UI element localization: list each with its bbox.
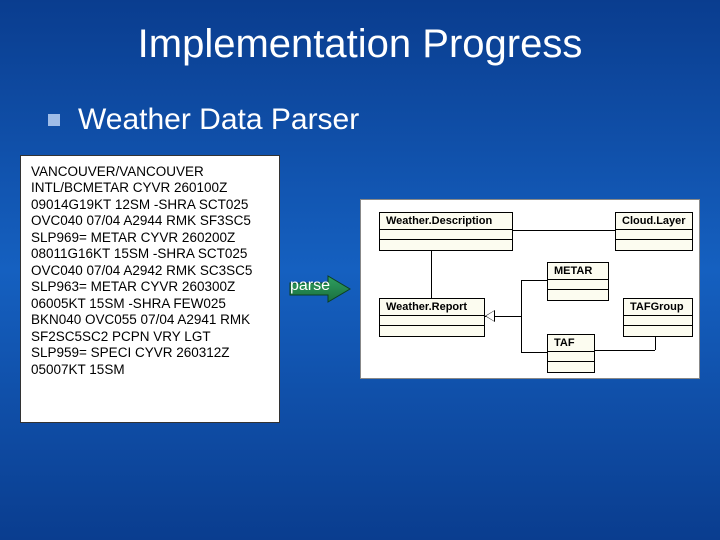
uml-diagram: Weather.Description Cloud.Layer Weather.… bbox=[360, 199, 700, 379]
subtitle: Weather Data Parser bbox=[78, 103, 359, 137]
uml-line bbox=[521, 280, 522, 352]
uml-line bbox=[655, 336, 656, 350]
uml-line bbox=[521, 352, 547, 353]
subtitle-row: Weather Data Parser bbox=[48, 103, 720, 137]
uml-weather-description: Weather.Description bbox=[379, 212, 513, 251]
uml-line bbox=[513, 230, 615, 231]
uml-weather-report: Weather.Report bbox=[379, 298, 485, 337]
parse-arrow: parse bbox=[288, 273, 352, 305]
uml-label: Cloud.Layer bbox=[616, 213, 692, 230]
uml-label: TAFGroup bbox=[624, 299, 692, 316]
uml-label: Weather.Description bbox=[380, 213, 512, 230]
uml-label: TAF bbox=[548, 335, 594, 352]
uml-cloud-layer: Cloud.Layer bbox=[615, 212, 693, 251]
uml-line bbox=[431, 250, 432, 298]
uml-label: METAR bbox=[548, 263, 608, 280]
uml-line bbox=[595, 350, 655, 351]
slide-title: Implementation Progress bbox=[0, 0, 720, 67]
uml-line bbox=[521, 280, 547, 281]
content-row: VANCOUVER/VANCOUVER INTL/BCMETAR CYVR 26… bbox=[20, 155, 720, 423]
uml-label: Weather.Report bbox=[380, 299, 484, 316]
arrow-label: parse bbox=[290, 277, 330, 295]
bullet-icon bbox=[48, 114, 60, 126]
triangle-fill bbox=[486, 311, 494, 321]
uml-metar: METAR bbox=[547, 262, 609, 301]
uml-tafgroup: TAFGroup bbox=[623, 298, 693, 337]
raw-metar-text: VANCOUVER/VANCOUVER INTL/BCMETAR CYVR 26… bbox=[20, 155, 280, 423]
uml-taf: TAF bbox=[547, 334, 595, 373]
